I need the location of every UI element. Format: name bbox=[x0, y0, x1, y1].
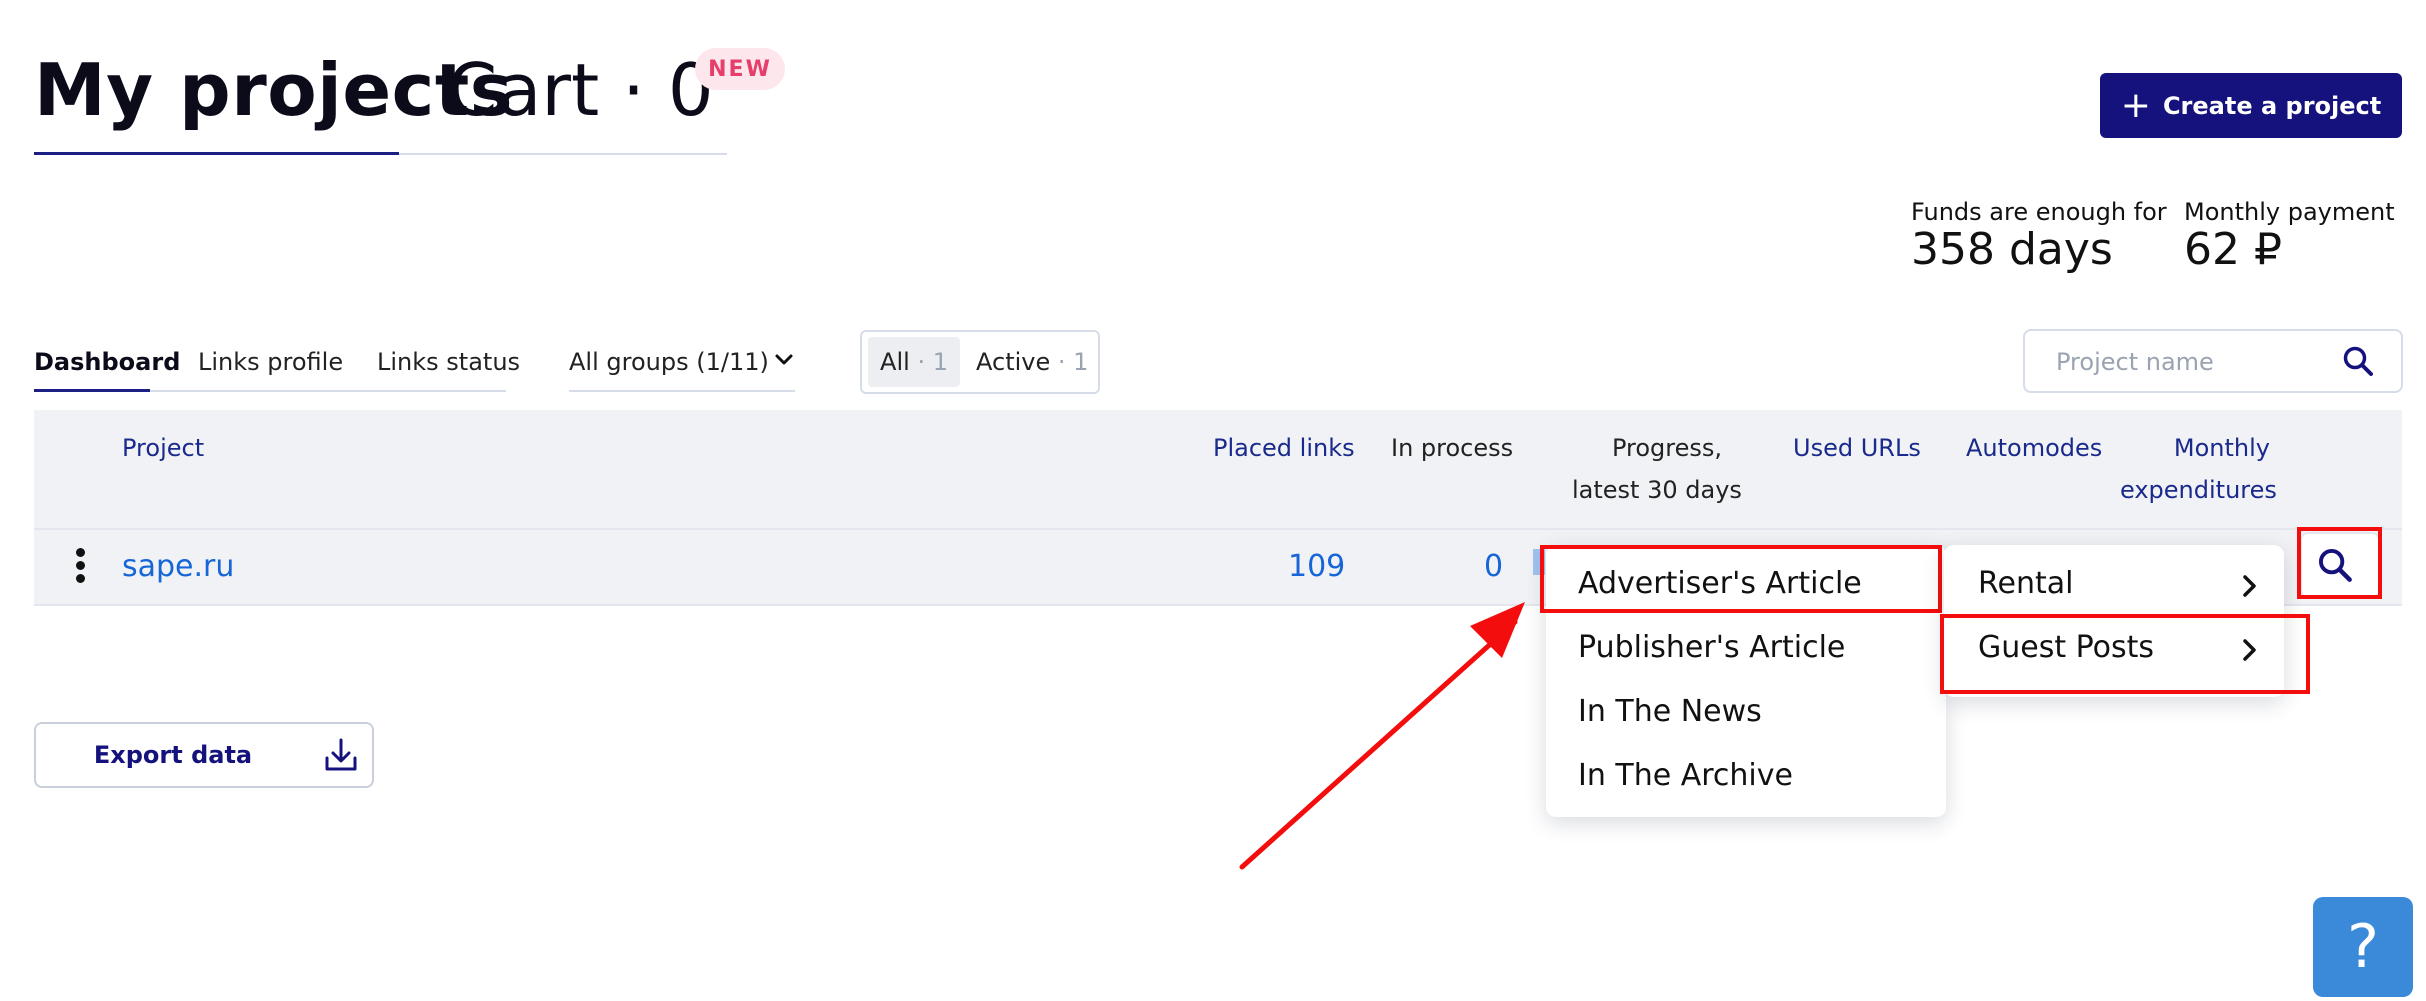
menu-item-in-the-archive[interactable]: In The Archive bbox=[1578, 758, 1793, 793]
search-placeholder: Project name bbox=[2056, 348, 2214, 376]
table-header bbox=[34, 410, 2402, 528]
subtabs-underline bbox=[150, 390, 506, 392]
col-progress-line2: latest 30 days bbox=[1572, 476, 1742, 504]
dashboard-underline bbox=[34, 389, 150, 392]
create-project-button[interactable]: + Create a project bbox=[2100, 73, 2402, 138]
help-button[interactable]: ? bbox=[2313, 897, 2413, 997]
filter-all-label: All bbox=[880, 348, 910, 376]
col-monthly-expenditures[interactable]: Monthly expenditures bbox=[2120, 434, 2277, 504]
menu-item-publishers-article[interactable]: Publisher's Article bbox=[1578, 630, 1845, 665]
groups-dropdown[interactable]: All groups (1/11) bbox=[569, 348, 769, 376]
tab-links-profile[interactable]: Links profile bbox=[198, 348, 343, 376]
funds-enough-label: Funds are enough for bbox=[1911, 198, 2167, 226]
menu-item-rental[interactable]: Rental bbox=[1978, 566, 2073, 601]
row-menu-icon[interactable] bbox=[76, 548, 86, 587]
new-badge: NEW bbox=[695, 48, 785, 90]
tab-underline bbox=[399, 153, 727, 155]
col-used-urls[interactable]: Used URLs bbox=[1793, 434, 1921, 462]
annotation-box bbox=[1940, 614, 2310, 694]
groups-underline bbox=[569, 390, 795, 392]
col-monthly-line2: expenditures bbox=[2120, 476, 2277, 504]
tab-links-status[interactable]: Links status bbox=[377, 348, 520, 376]
col-progress-line1: Progress, bbox=[1611, 434, 1722, 462]
annotation-arrow bbox=[1239, 602, 1525, 870]
download-icon bbox=[325, 738, 357, 771]
col-placed-links[interactable]: Placed links bbox=[1213, 434, 1355, 462]
col-automodes[interactable]: Automodes bbox=[1966, 434, 2102, 462]
monthly-payment-label: Monthly payment bbox=[2184, 198, 2395, 226]
filter-active-count: · 1 bbox=[1057, 348, 1089, 376]
filter-active-label: Active bbox=[976, 348, 1051, 376]
annotation-box bbox=[1540, 545, 1942, 613]
search-icon[interactable] bbox=[2342, 345, 2374, 377]
funds-enough-value: 358 days bbox=[1911, 224, 2113, 275]
plus-icon: + bbox=[2120, 84, 2151, 126]
col-project[interactable]: Project bbox=[122, 434, 204, 462]
menu-item-rental-label: Rental bbox=[1978, 566, 2074, 601]
project-link[interactable]: sape.ru bbox=[122, 549, 234, 584]
tab-dashboard[interactable]: Dashboard bbox=[34, 348, 180, 376]
in-process-value[interactable]: 0 bbox=[1484, 549, 1503, 584]
export-data-button[interactable]: Export data bbox=[34, 722, 312, 788]
create-project-label: Create a project bbox=[2162, 91, 2382, 120]
filter-all-count: · 1 bbox=[917, 348, 948, 376]
groups-dropdown-label: All groups (1/11) bbox=[569, 348, 769, 376]
annotation-box bbox=[2297, 527, 2382, 599]
tab-cart[interactable]: Cart · 0 bbox=[447, 48, 714, 132]
chevron-down-icon bbox=[775, 354, 793, 365]
menu-item-in-the-news[interactable]: In The News bbox=[1578, 694, 1762, 729]
download-button[interactable] bbox=[310, 722, 374, 788]
monthly-payment-value: 62 ₽ bbox=[2184, 224, 2282, 275]
col-monthly-line1: Monthly bbox=[2173, 434, 2270, 462]
filter-active[interactable]: Active · 1 bbox=[976, 348, 1088, 376]
active-tab-underline bbox=[34, 152, 399, 155]
filter-all[interactable]: All · 1 bbox=[868, 337, 960, 387]
tab-my-projects[interactable]: My projects bbox=[34, 48, 513, 132]
col-in-process: In process bbox=[1391, 434, 1514, 462]
chevron-right-icon bbox=[2243, 575, 2256, 597]
placed-links-value[interactable]: 109 bbox=[1288, 549, 1345, 584]
col-progress: Progress, latest 30 days bbox=[1572, 434, 1742, 504]
